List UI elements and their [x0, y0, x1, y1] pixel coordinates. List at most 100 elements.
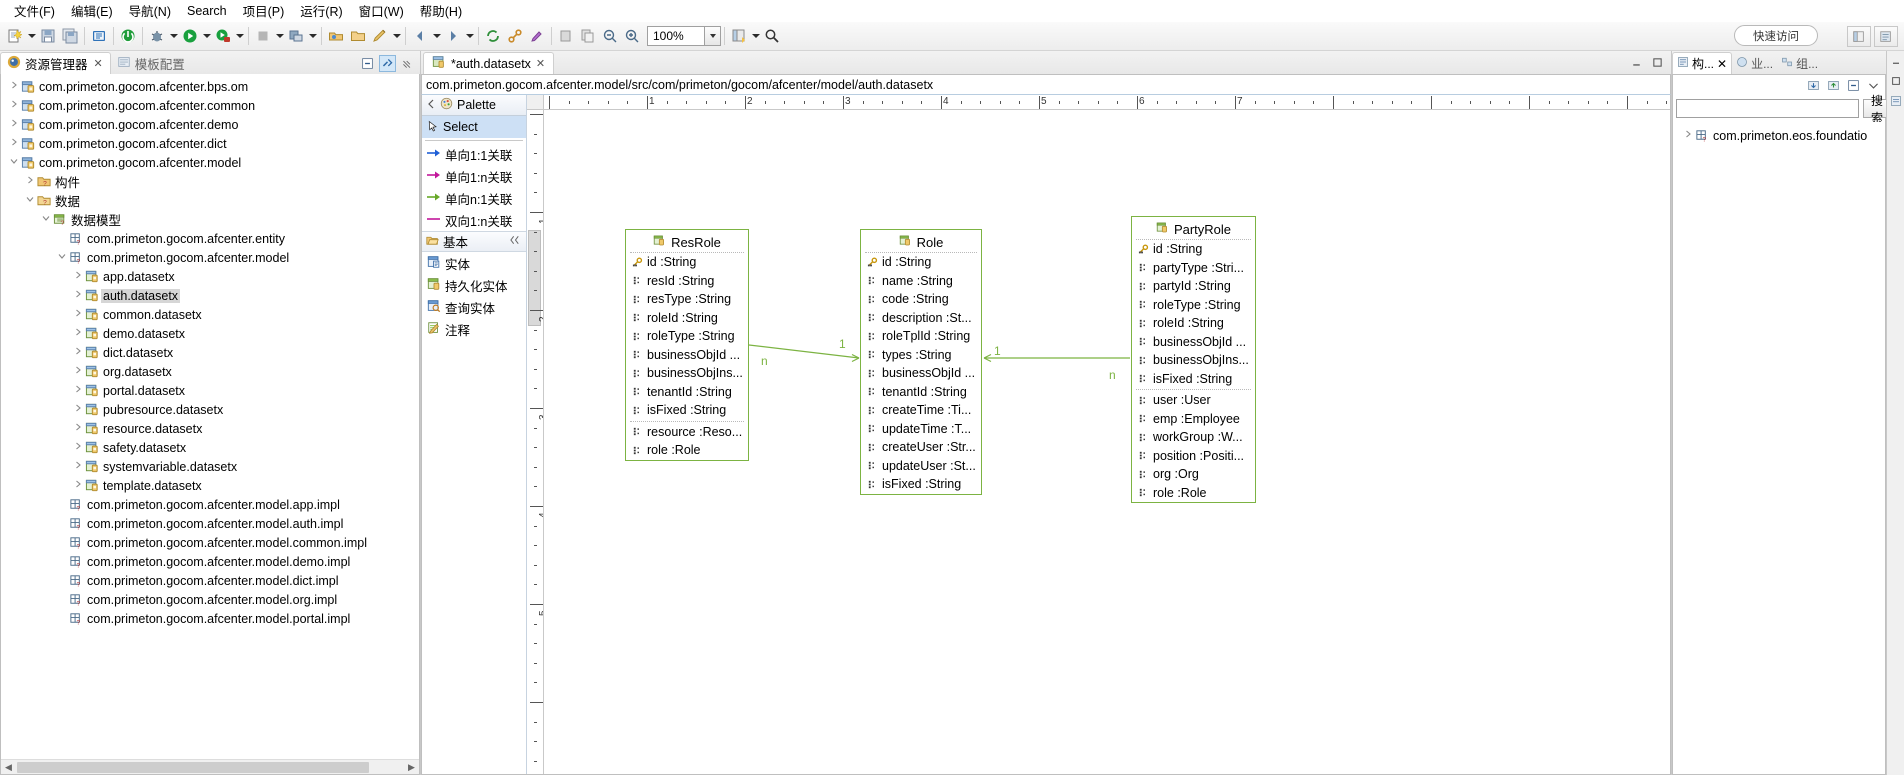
tree-twisty-icon[interactable]: [1681, 130, 1694, 141]
tab-auth-datasetx[interactable]: *auth.datasetx ✕: [423, 52, 554, 74]
palette-relation-uni-n-1[interactable]: 单向n:1关联: [422, 187, 526, 209]
ruler-horizontal[interactable]: 1234567: [544, 95, 1670, 109]
tree-item[interactable]: demo.datasetx: [1, 324, 419, 343]
run-dropdown-icon[interactable]: [201, 25, 212, 47]
close-icon[interactable]: ✕: [1717, 57, 1727, 71]
tree-item[interactable]: ?com.primeton.gocom.afcenter.model.demo.…: [1, 552, 419, 571]
tree-item[interactable]: com.primeton.gocom.afcenter.bps.om: [1, 77, 419, 96]
tree-item[interactable]: ?com.primeton.gocom.afcenter.model.app.i…: [1, 495, 419, 514]
entity-attribute[interactable]: businessObjIns...: [1132, 351, 1255, 370]
forward-icon[interactable]: [442, 25, 464, 47]
tree-item[interactable]: ?com.primeton.gocom.afcenter.model.org.i…: [1, 590, 419, 609]
tree-item[interactable]: ?数据: [1, 191, 419, 210]
entity-box[interactable]: Roleid :Stringname :Stringcode :Stringde…: [860, 229, 982, 495]
menu-item-navigate[interactable]: 导航(N): [121, 0, 179, 22]
perspective-dropdown-icon[interactable]: [750, 25, 761, 47]
search-input[interactable]: [1676, 99, 1859, 118]
tree-twisty-icon[interactable]: [71, 309, 84, 320]
tree-item[interactable]: ?com.primeton.gocom.afcenter.model.commo…: [1, 533, 419, 552]
palette-item-persistent-entity[interactable]: 持久化实体: [422, 274, 526, 296]
quick-access-field[interactable]: 快速访问: [1734, 25, 1818, 46]
tree-item[interactable]: resource.datasetx: [1, 419, 419, 438]
tree-twisty-icon[interactable]: [71, 385, 84, 396]
entity-attribute[interactable]: roleId :String: [1132, 314, 1255, 333]
palette-relation-uni-1-1[interactable]: 单向1:1关联: [422, 143, 526, 165]
tree-twisty-icon[interactable]: [7, 81, 20, 92]
entity-attribute[interactable]: updateTime :T...: [861, 420, 981, 439]
menu-item-window[interactable]: 窗口(W): [351, 0, 412, 22]
tree-twisty-icon[interactable]: [23, 195, 36, 206]
forward-dropdown-icon[interactable]: [464, 25, 475, 47]
menu-item-search[interactable]: Search: [179, 2, 235, 20]
entity-reference[interactable]: user :User: [1132, 391, 1255, 410]
zoom-dropdown-icon[interactable]: [705, 26, 721, 46]
entity-attribute[interactable]: businessObjIns...: [626, 364, 748, 383]
terminate-dropdown-icon[interactable]: [274, 25, 285, 47]
tree-item[interactable]: ?构件: [1, 172, 419, 191]
entity-attribute[interactable]: createTime :Ti...: [861, 401, 981, 420]
entity-attribute[interactable]: name :String: [861, 272, 981, 291]
palette-item-note[interactable]: 注释: [422, 318, 526, 340]
back-icon[interactable]: [409, 25, 431, 47]
tree-item[interactable]: ?com.primeton.gocom.afcenter.model: [1, 248, 419, 267]
close-icon[interactable]: ✕: [94, 57, 103, 70]
ruler-vertical[interactable]: 12345: [527, 110, 544, 774]
cut-icon[interactable]: [555, 25, 577, 47]
tree-twisty-icon[interactable]: [7, 100, 20, 111]
tree-twisty-icon[interactable]: [71, 271, 84, 282]
tab-components[interactable]: 构... ✕: [1672, 52, 1732, 74]
open-type-icon[interactable]: [325, 25, 347, 47]
edit-icon[interactable]: [369, 25, 391, 47]
tree-twisty-icon[interactable]: [71, 423, 84, 434]
entity-reference[interactable]: role :Role: [1132, 484, 1255, 503]
entity-attribute[interactable]: resType :String: [626, 290, 748, 309]
link-with-editor-icon[interactable]: [379, 55, 396, 72]
menu-item-project[interactable]: 项目(P): [235, 0, 293, 22]
entity-attribute[interactable]: roleType :String: [1132, 296, 1255, 315]
tree-twisty-icon[interactable]: [71, 461, 84, 472]
maximize-icon[interactable]: [1649, 54, 1666, 71]
tree-item[interactable]: com.primeton.gocom.afcenter.model: [1, 153, 419, 172]
tree-twisty-icon[interactable]: [23, 176, 36, 187]
entity-reference[interactable]: workGroup :W...: [1132, 428, 1255, 447]
collapse-icon[interactable]: [1845, 77, 1862, 94]
entity-reference[interactable]: org :Org: [1132, 465, 1255, 484]
save-all-icon[interactable]: [59, 25, 81, 47]
tree-item[interactable]: template.datasetx: [1, 476, 419, 495]
menu-item-file[interactable]: 文件(F): [6, 0, 63, 22]
perspective-icon[interactable]: [728, 25, 750, 47]
explorer-tree[interactable]: com.primeton.gocom.afcenter.bps.om com.pr…: [1, 74, 419, 774]
tree-item[interactable]: auth.datasetx: [1, 286, 419, 305]
entity-attribute[interactable]: resId :String: [626, 272, 748, 291]
entity-attribute[interactable]: roleType :String: [626, 327, 748, 346]
launch-icon[interactable]: [117, 25, 139, 47]
back-dropdown-icon[interactable]: [431, 25, 442, 47]
tree-item[interactable]: app.datasetx: [1, 267, 419, 286]
outline-tree-item[interactable]: ?com.primeton.eos.foundatio: [1673, 126, 1885, 145]
tree-item[interactable]: org.datasetx: [1, 362, 419, 381]
tree-twisty-icon[interactable]: [7, 157, 20, 168]
explorer-hscrollbar[interactable]: ◀ ▶: [1, 759, 419, 774]
zoom-out-icon[interactable]: [599, 25, 621, 47]
palette-item-query-entity[interactable]: 查询实体: [422, 296, 526, 318]
view-menu-icon[interactable]: [399, 55, 416, 72]
explorer-tree-container[interactable]: com.primeton.gocom.afcenter.bps.om com.pr…: [0, 74, 420, 775]
minimize-icon[interactable]: [1628, 54, 1645, 71]
tree-twisty-icon[interactable]: [71, 404, 84, 415]
open-resource-icon[interactable]: [347, 25, 369, 47]
tree-twisty-icon[interactable]: [55, 252, 68, 263]
entity-attribute[interactable]: description :St...: [861, 309, 981, 328]
new-wizard-icon[interactable]: [4, 25, 26, 47]
entity-attribute[interactable]: code :String: [861, 290, 981, 309]
diagram-canvas[interactable]: n1n1 ResRoleid :StringresId :StringresTy…: [544, 110, 1670, 774]
tab-business[interactable]: 业...: [1732, 52, 1777, 74]
close-icon[interactable]: ✕: [536, 57, 545, 70]
entity-attribute[interactable]: roleId :String: [626, 309, 748, 328]
tree-item[interactable]: portal.datasetx: [1, 381, 419, 400]
outline-tree-container[interactable]: ?com.primeton.eos.foundatio: [1672, 122, 1886, 775]
entity-attribute[interactable]: types :String: [861, 346, 981, 365]
build-dropdown-icon[interactable]: [307, 25, 318, 47]
palette-relation-bi-1-n[interactable]: 双向1:n关联: [422, 209, 526, 231]
tree-twisty-icon[interactable]: [7, 138, 20, 149]
tree-twisty-icon[interactable]: [39, 214, 52, 225]
